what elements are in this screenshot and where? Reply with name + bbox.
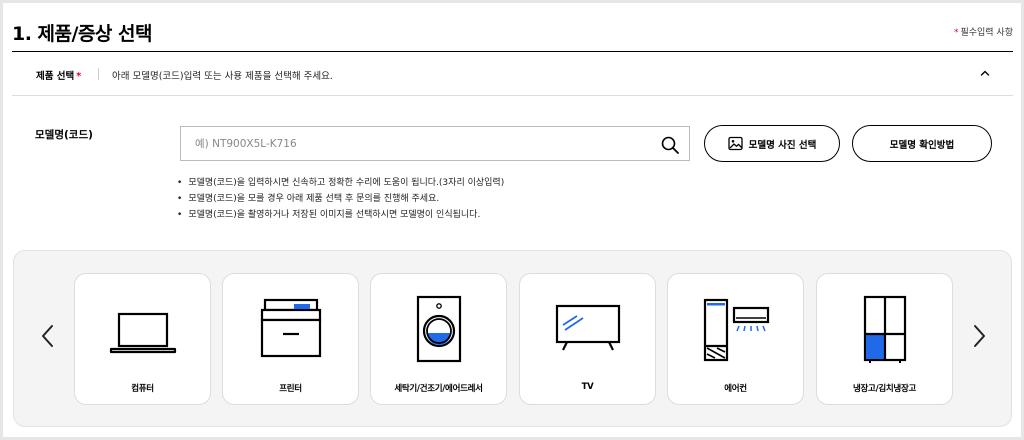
section-divider bbox=[98, 68, 99, 80]
chevron-up-icon[interactable] bbox=[977, 65, 993, 81]
product-category-carousel: 컴퓨터 프린터 세탁기/건조기/에어드레서 TV 에어컨 냉장고/김치냉장고 bbox=[13, 250, 1012, 427]
category-label: 컴퓨터 bbox=[131, 384, 154, 394]
model-check-guide-button[interactable]: 모델명 확인방법 bbox=[852, 125, 992, 162]
model-photo-select-button[interactable]: 모델명 사진 선택 bbox=[704, 125, 840, 162]
category-label: 세탁기/건조기/에어드레서 bbox=[394, 384, 483, 394]
category-card-air-conditioner[interactable]: 에어컨 bbox=[667, 273, 804, 405]
category-card-computer[interactable]: 컴퓨터 bbox=[74, 273, 211, 405]
section-label: 제품 선택 * bbox=[36, 68, 81, 82]
category-label: 에어컨 bbox=[724, 384, 747, 394]
chevron-right-icon[interactable] bbox=[967, 320, 991, 352]
printer-icon bbox=[260, 298, 322, 358]
section-required-star: * bbox=[76, 71, 82, 82]
category-label: TV bbox=[581, 382, 594, 392]
search-icon[interactable] bbox=[660, 135, 680, 155]
category-label: 프린터 bbox=[279, 384, 302, 394]
category-card-washer-dryer[interactable]: 세탁기/건조기/에어드레서 bbox=[370, 273, 507, 405]
model-input-notes: 모델명(코드)을 입력하시면 신속하고 정확한 수리에 도움이 됩니다.(3자리… bbox=[177, 175, 504, 223]
category-card-refrigerator[interactable]: 냉장고/김치냉장고 bbox=[816, 273, 953, 405]
model-search-box bbox=[180, 126, 690, 161]
page-title: 1. 제품/증상 선택 bbox=[12, 23, 153, 45]
air-conditioner-icon bbox=[703, 298, 770, 362]
required-note: * 필수입력 사항 bbox=[954, 25, 1013, 38]
category-label: 냉장고/김치냉장고 bbox=[853, 384, 916, 394]
tv-icon bbox=[555, 304, 621, 351]
note-item: 모델명(코드)을 촬영하거나 저장된 이미지를 선택하시면 모델명이 인식됩니다… bbox=[177, 207, 504, 223]
model-code-label: 모델명(코드) bbox=[35, 129, 93, 141]
required-note-text: 필수입력 사항 bbox=[960, 28, 1013, 38]
product-select-header[interactable]: 제품 선택 * 아래 모델명(코드)입력 또는 사용 제품을 선택해 주세요. bbox=[12, 52, 1013, 96]
model-photo-select-label: 모델명 사진 선택 bbox=[748, 139, 817, 151]
section-label-text: 제품 선택 bbox=[36, 71, 75, 82]
required-star: * bbox=[953, 28, 959, 38]
section-description: 아래 모델명(코드)입력 또는 사용 제품을 선택해 주세요. bbox=[112, 71, 333, 82]
note-item: 모델명(코드)을 입력하시면 신속하고 정확한 수리에 도움이 됩니다.(3자리… bbox=[177, 175, 504, 191]
category-card-printer[interactable]: 프린터 bbox=[222, 273, 359, 405]
note-item: 모델명(코드)을 모를 경우 아래 제품 선택 후 문의를 진행해 주세요. bbox=[177, 191, 504, 207]
laptop-icon bbox=[109, 312, 177, 354]
refrigerator-icon bbox=[863, 295, 907, 363]
model-code-input[interactable] bbox=[181, 127, 689, 160]
photo-icon bbox=[727, 136, 743, 151]
chevron-left-icon[interactable] bbox=[36, 320, 60, 352]
page-frame: 1. 제품/증상 선택 * 필수입력 사항 제품 선택 * 아래 모델명(코드)입력… bbox=[3, 3, 1021, 437]
category-card-tv[interactable]: TV bbox=[519, 273, 656, 405]
washing-machine-icon bbox=[416, 295, 462, 363]
